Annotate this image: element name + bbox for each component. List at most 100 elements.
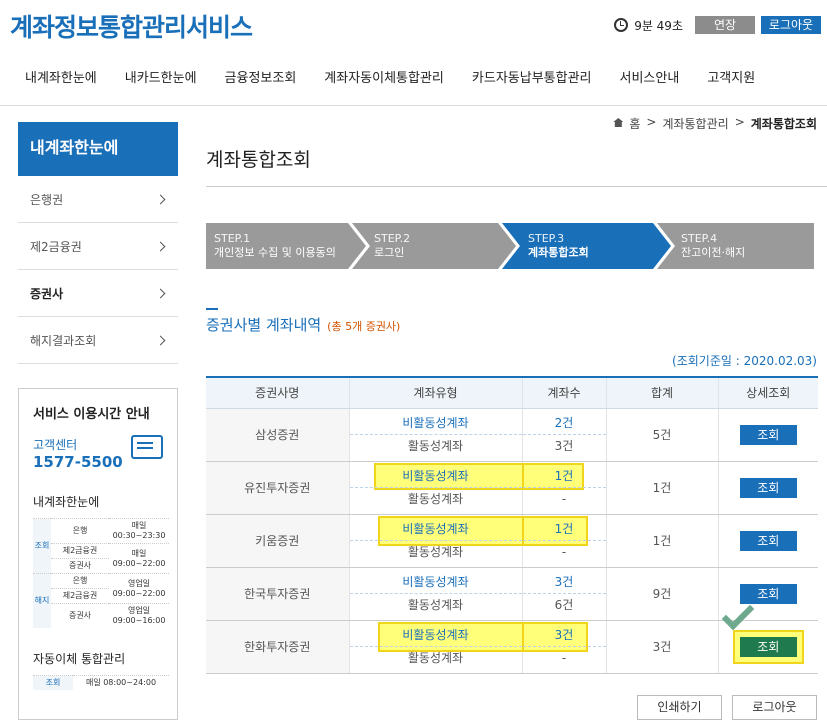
table-row: 유진투자증권 비활동성계좌 활동성계좌 1건 - 1건 조회 bbox=[206, 461, 818, 515]
breadcrumb-current: 계좌통합조회 bbox=[750, 117, 817, 131]
sidebar-item-label: 해지결과조회 bbox=[30, 333, 97, 348]
inactive-count[interactable]: 1건 bbox=[522, 465, 606, 488]
col-header: 상세조회 bbox=[717, 377, 818, 409]
home-icon[interactable] bbox=[613, 118, 624, 127]
page-title: 계좌통합조회 bbox=[206, 149, 311, 171]
base-date: (조회기준일 : 2020.02.03) bbox=[672, 354, 817, 368]
step-3: STEP.3 계좌통합조회 bbox=[520, 223, 660, 269]
inactive-account-link[interactable]: 비활동성계좌 bbox=[349, 571, 522, 594]
service-name: 제2금융권 bbox=[51, 543, 109, 559]
table-row: 한화투자증권 비활동성계좌 활동성계좌 3건 - 3건 조회 bbox=[206, 597, 818, 674]
inactive-account-link[interactable]: 비활동성계좌 bbox=[349, 465, 522, 488]
inactive-account-text: 비활동성계좌 bbox=[402, 521, 469, 536]
service-hours-box: 서비스 이용시간 안내 고객센터 1577-5500 내계좌한눈에 조회 은행 매일… bbox=[18, 388, 178, 720]
step-indicator: STEP.1 개인정보 수집 및 이용동의 STEP.2 로그인 STEP.3 … bbox=[206, 223, 814, 269]
nav-item[interactable]: 카드자동납부통합관리 bbox=[472, 56, 592, 105]
sidebar-item-secondary-finance[interactable]: 제2금융권 bbox=[18, 223, 178, 270]
nav-item[interactable]: 내계좌한눈에 bbox=[25, 56, 97, 105]
nav-item[interactable]: 서비스안내 bbox=[620, 56, 680, 105]
detail-cell: 조회 bbox=[717, 597, 818, 674]
broker-name: 한화투자증권 bbox=[206, 620, 349, 674]
active-count: - bbox=[561, 650, 567, 665]
divider bbox=[206, 186, 827, 187]
chevron-right-icon bbox=[155, 335, 166, 345]
inactive-account-link[interactable]: 비활동성계좌 bbox=[349, 624, 522, 647]
view-button-selected[interactable]: 조회 bbox=[739, 636, 797, 657]
sidebar-item-securities[interactable]: 증권사 bbox=[18, 270, 178, 317]
sidebar-item-bank[interactable]: 은행권 bbox=[18, 176, 178, 223]
phone-card-icon bbox=[131, 435, 163, 459]
clock-icon bbox=[614, 18, 629, 32]
table-header-row: 증권사명 계좌유형 계좌수 합계 상세조회 bbox=[206, 377, 818, 409]
table-row: 한국투자증권 비활동성계좌 활동성계좌 3건 6건 9건 조회 bbox=[206, 567, 818, 621]
nav-item[interactable]: 고객지원 bbox=[707, 56, 755, 105]
breadcrumb-separator: > bbox=[646, 115, 657, 129]
extend-button[interactable]: 연장 bbox=[695, 16, 755, 34]
breadcrumb-mid[interactable]: 계좌통합관리 bbox=[662, 115, 728, 132]
inactive-count[interactable]: 3건 bbox=[522, 571, 606, 594]
view-button[interactable]: 조회 bbox=[739, 424, 797, 445]
view-button[interactable]: 조회 bbox=[739, 583, 797, 604]
nav-item[interactable]: 내카드한눈에 bbox=[125, 56, 197, 105]
table-row: 키움증권 비활동성계좌 활동성계좌 1건 - 1건 조회 bbox=[206, 514, 818, 568]
inactive-count[interactable]: 1건 bbox=[522, 518, 606, 541]
view-button[interactable]: 조회 bbox=[739, 530, 797, 551]
chevron-right-icon bbox=[155, 288, 166, 298]
step-2: STEP.2 로그인 bbox=[366, 223, 506, 269]
step-label: 로그인 bbox=[374, 246, 405, 259]
inactive-account-link[interactable]: 비활동성계좌 bbox=[349, 412, 522, 435]
nav-item[interactable]: 금융정보조회 bbox=[225, 56, 297, 105]
total-count: 1건 bbox=[605, 461, 718, 515]
account-count-cell: 2건 3건 bbox=[521, 408, 606, 462]
step-label: 계좌통합조회 bbox=[528, 246, 589, 259]
accounts-table: 증권사명 계좌유형 계좌수 합계 상세조회 삼성증권 비활동성계좌 활동성계좌 … bbox=[206, 376, 818, 674]
inactive-account-text: 비활동성계좌 bbox=[402, 627, 469, 642]
breadcrumb-home[interactable]: 홈 bbox=[629, 115, 640, 132]
account-type-cell: 비활동성계좌 활동성계좌 bbox=[348, 408, 522, 462]
broker-name: 유진투자증권 bbox=[206, 461, 349, 515]
inactive-count[interactable]: 2건 bbox=[522, 412, 606, 435]
bottom-logout-button[interactable]: 로그아웃 bbox=[732, 695, 817, 720]
account-count-cell: 3건 6건 bbox=[521, 567, 606, 621]
print-button[interactable]: 인쇄하기 bbox=[637, 695, 722, 720]
inactive-account-link[interactable]: 비활동성계좌 bbox=[349, 518, 522, 541]
logout-button[interactable]: 로그아웃 bbox=[761, 16, 821, 34]
step-number: STEP.2 bbox=[374, 232, 411, 245]
service-time: 영업일 09:00~16:00 bbox=[109, 603, 169, 628]
section-title-text: 증권사별 계좌내역 bbox=[206, 316, 322, 334]
service-name: 증권사 bbox=[51, 558, 109, 574]
section-title: 증권사별 계좌내역 (총 5개 증권사) bbox=[206, 314, 400, 335]
total-count: 1건 bbox=[605, 514, 718, 568]
active-account-label: 활동성계좌 bbox=[407, 438, 464, 453]
step-4: STEP.4 잔고이전·해지 bbox=[673, 223, 813, 269]
inactive-account-text: 비활동성계좌 bbox=[402, 468, 469, 483]
site-title[interactable]: 계좌정보통합관리서비스 bbox=[10, 8, 253, 44]
account-type-cell: 비활동성계좌 활동성계좌 bbox=[348, 620, 552, 674]
service-sub-title: 내계좌한눈에 bbox=[33, 495, 100, 509]
highlight-box: 조회 bbox=[721, 597, 804, 664]
autopay-hours-table: 조회 매일 08:00~24:00 bbox=[33, 675, 169, 690]
main-nav: 내계좌한눈에 내카드한눈에 금융정보조회 계좌자동이체통합관리 카드자동납부통합… bbox=[0, 56, 827, 106]
service-sub-title: 자동이체 통합관리 bbox=[33, 652, 126, 666]
account-count-cell: 1건 - bbox=[521, 514, 606, 568]
service-time: 매일 08:00~24:00 bbox=[73, 675, 169, 690]
active-count: - bbox=[561, 491, 567, 506]
nav-item[interactable]: 계좌자동이체통합관리 bbox=[324, 56, 444, 105]
active-account-label: 활동성계좌 bbox=[407, 491, 464, 506]
sidebar-item-label: 은행권 bbox=[30, 192, 64, 207]
detail-cell: 조회 bbox=[717, 408, 818, 462]
session-timer: 9분 49초 bbox=[634, 18, 683, 33]
sidebar-item-termination[interactable]: 해지결과조회 bbox=[18, 317, 178, 364]
session-bar: 9분 49초 연장 로그아웃 bbox=[614, 16, 821, 34]
detail-cell: 조회 bbox=[717, 461, 818, 515]
broker-name: 키움증권 bbox=[206, 514, 349, 568]
inactive-count[interactable]: 3건 bbox=[522, 624, 606, 647]
account-count-cell: 3건 - bbox=[521, 620, 606, 674]
detail-cell: 조회 bbox=[717, 514, 818, 568]
chevron-right-icon bbox=[155, 194, 166, 204]
view-button[interactable]: 조회 bbox=[739, 477, 797, 498]
service-name: 증권사 bbox=[51, 603, 109, 628]
service-name: 제2금융권 bbox=[51, 588, 109, 604]
breadcrumb-separator: > bbox=[734, 115, 745, 129]
step-label: 잔고이전·해지 bbox=[681, 246, 746, 259]
